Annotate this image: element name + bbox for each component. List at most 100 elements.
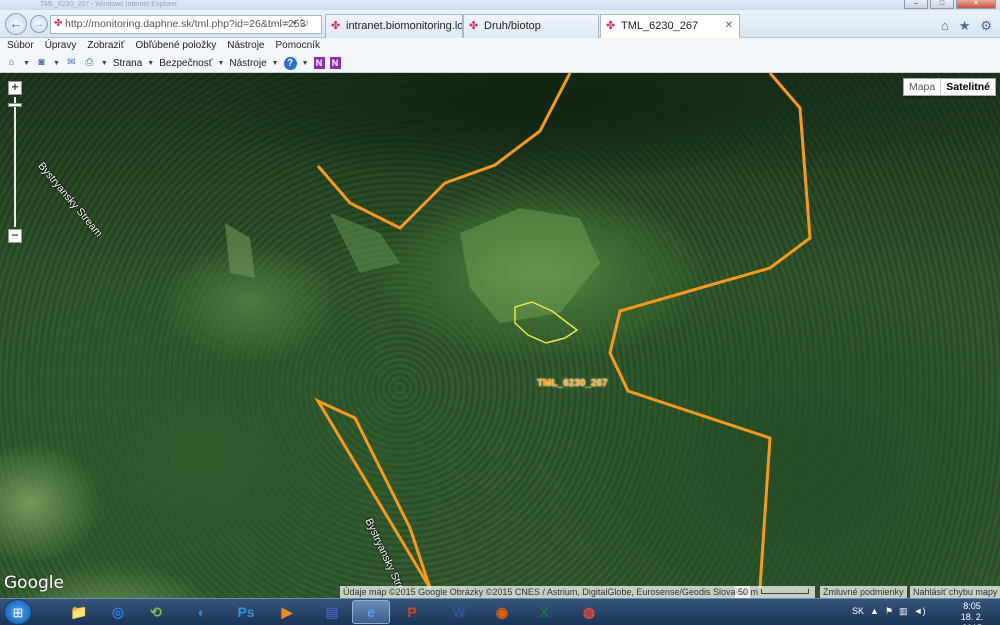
tab-druh-biotop[interactable]: ✤ Druh/biotop — [463, 14, 599, 38]
flag-icon[interactable]: ⚑ — [885, 601, 893, 621]
command-safety[interactable]: Bezpečnosť — [159, 58, 212, 69]
browser-nav-bar: ← → ✤ http://monitoring.daphne.sk/tml.ph… — [0, 10, 1000, 38]
home-icon[interactable]: ⌂ — [941, 18, 949, 34]
media-player-icon[interactable]: ▶ — [268, 600, 306, 624]
report-error-link[interactable]: Nahlásiť chybu mapy — [910, 586, 1000, 598]
tab-favicon-icon: ✤ — [606, 20, 616, 32]
volume-icon[interactable]: ◄) — [914, 601, 926, 621]
onenote-linked-icon[interactable]: N — [329, 57, 341, 69]
rss-feed-icon[interactable]: ◙ — [35, 57, 48, 69]
system-tray: SK ▲ ⚑ ▥ ◄) — [852, 601, 925, 621]
zoom-control: + − — [8, 81, 22, 243]
clock-time: 8:05 — [963, 601, 981, 611]
command-tools[interactable]: Nástroje — [229, 58, 266, 69]
clock-date: 18. 2. 2015 — [960, 612, 984, 625]
satellite-map[interactable]: + − Mapa Satelitné Bystryansky Stream By… — [0, 73, 1000, 598]
tab-label: Druh/biotop — [484, 20, 541, 32]
onenote-icon[interactable]: N — [313, 57, 325, 69]
start-button[interactable]: ⊞ — [4, 599, 32, 625]
site-boundary[interactable] — [314, 73, 812, 589]
polygon-label: TML_6230_267 — [537, 378, 608, 389]
minimize-button[interactable]: – — [904, 0, 928, 9]
tab-favicon-icon: ✤ — [469, 20, 479, 32]
menu-bar: Súbor Úpravy Zobraziť Obľúbené položky N… — [0, 38, 1000, 54]
ie-icon[interactable]: e — [352, 600, 390, 624]
mail-icon[interactable]: ✉ — [65, 57, 78, 69]
word-icon[interactable]: W — [440, 600, 478, 624]
tab-label: TML_6230_267 — [621, 20, 699, 32]
map-type-control: Mapa Satelitné — [902, 78, 996, 96]
chevron-down-icon[interactable]: ▼ — [147, 60, 154, 67]
window-title: TML_6230_267 - Windows Internet Explorer — [40, 1, 178, 8]
firefox-icon[interactable]: ◉ — [483, 600, 521, 624]
dropdown-icon[interactable]: ▾ — [293, 18, 300, 29]
chevron-down-icon[interactable]: ▼ — [53, 60, 60, 67]
chevron-down-icon[interactable]: ▼ — [23, 60, 30, 67]
google-logo[interactable]: Google — [4, 573, 64, 593]
menu-help[interactable]: Pomocník — [275, 38, 319, 54]
help-icon[interactable]: ? — [283, 56, 297, 70]
scale-bar[interactable]: 50 m — [735, 586, 815, 598]
favorites-star-icon[interactable]: ★ — [959, 18, 971, 34]
scale-label: 50 m — [738, 587, 759, 597]
tab-label: intranet.biomonitoring.lomtec... — [346, 20, 463, 32]
menu-view[interactable]: Zobraziť — [87, 38, 124, 54]
chevron-down-icon[interactable]: ▼ — [272, 60, 279, 67]
outlook-icon[interactable]: ◎ — [99, 600, 137, 624]
close-window-button[interactable]: ✕ — [956, 0, 996, 9]
menu-file[interactable]: Súbor — [7, 38, 34, 54]
chevron-down-icon[interactable]: ▼ — [101, 60, 108, 67]
address-actions: ⌕▾↻ — [284, 18, 311, 29]
scale-bar-line — [761, 589, 809, 594]
excel-icon[interactable]: X — [525, 600, 563, 624]
tab-intranet[interactable]: ✤ intranet.biomonitoring.lomtec... — [325, 14, 463, 38]
map-type-map-button[interactable]: Mapa — [904, 79, 940, 95]
terms-link[interactable]: Zmluvné podmienky — [820, 586, 907, 598]
command-page[interactable]: Strana — [113, 58, 142, 69]
clock[interactable]: 8:05 18. 2. 2015 — [950, 601, 994, 625]
settings-gear-icon[interactable]: ⚙ — [980, 18, 992, 34]
maximize-button[interactable]: □ — [930, 0, 954, 9]
taskbar: ⊞ 📁 ◎ ⟲ ◐ Ps ▶ ▤ e P W ◉ X ◍ SK ▲ ⚑ ▥ ◄) 8:05 18. 2.… — [0, 598, 1000, 625]
print-icon[interactable]: ⎙ — [83, 57, 96, 69]
chrome-icon[interactable]: ◍ — [570, 600, 608, 624]
google-earth-icon[interactable]: ◐ — [183, 600, 221, 624]
powerpoint-icon[interactable]: P — [393, 600, 431, 624]
menu-favorites[interactable]: Obľúbené položky — [135, 38, 216, 54]
site-favicon-icon: ✤ — [54, 18, 63, 29]
chevron-down-icon[interactable]: ▼ — [217, 60, 224, 67]
browser-right-icons: ⌂ ★ ⚙ — [941, 18, 992, 34]
zoom-slider-handle[interactable] — [8, 103, 22, 107]
meadow-clearing — [460, 208, 600, 323]
language-indicator[interactable]: SK — [852, 601, 864, 621]
folder-icon[interactable]: 📁 — [60, 600, 98, 624]
zoom-in-button[interactable]: + — [8, 81, 22, 95]
command-bar: ⌂ ▼ ◙ ▼ ✉ ⎙ ▼ Strana ▼ Bezpečnosť ▼ Nástroje ▼… — [0, 54, 1000, 73]
menu-edit[interactable]: Úpravy — [45, 38, 77, 54]
refresh-icon[interactable]: ↻ — [300, 18, 311, 29]
chevron-down-icon[interactable]: ▼ — [302, 60, 309, 67]
forward-button[interactable]: → — [30, 15, 48, 33]
map-attribution: Údaje máp ©2015 Google Obrázky ©2015 CNE… — [340, 586, 750, 598]
tray-arrow-icon[interactable]: ▲ — [870, 601, 879, 621]
map-type-satellite-button[interactable]: Satelitné — [940, 79, 995, 95]
tab-tml-active[interactable]: ✤ TML_6230_267 ✕ — [600, 14, 740, 38]
zoom-out-button[interactable]: − — [8, 229, 22, 243]
window-buttons: – □ ✕ — [904, 0, 996, 10]
address-text: http://monitoring.daphne.sk/tml.php?id=2… — [65, 18, 306, 30]
back-button[interactable]: ← — [5, 13, 27, 35]
window-title-bar: TML_6230_267 - Windows Internet Explorer… — [0, 0, 1000, 10]
tab-close-icon[interactable]: ✕ — [725, 15, 733, 37]
photoshop-icon[interactable]: Ps — [227, 600, 265, 624]
search-icon[interactable]: ⌕ — [284, 18, 293, 29]
network-icon[interactable]: ▥ — [899, 601, 908, 621]
menu-tools[interactable]: Nástroje — [227, 38, 264, 54]
foxit-icon[interactable]: ⟲ — [137, 600, 175, 624]
tab-favicon-icon: ✤ — [331, 20, 341, 32]
zoom-slider-track[interactable] — [14, 97, 16, 227]
save-disk-icon[interactable]: ▤ — [313, 600, 351, 624]
map-overlay — [225, 73, 812, 589]
home-page-icon[interactable]: ⌂ — [5, 57, 18, 69]
clearing-patch — [225, 223, 255, 278]
address-bar[interactable]: ✤ http://monitoring.daphne.sk/tml.php?id… — [50, 15, 322, 34]
